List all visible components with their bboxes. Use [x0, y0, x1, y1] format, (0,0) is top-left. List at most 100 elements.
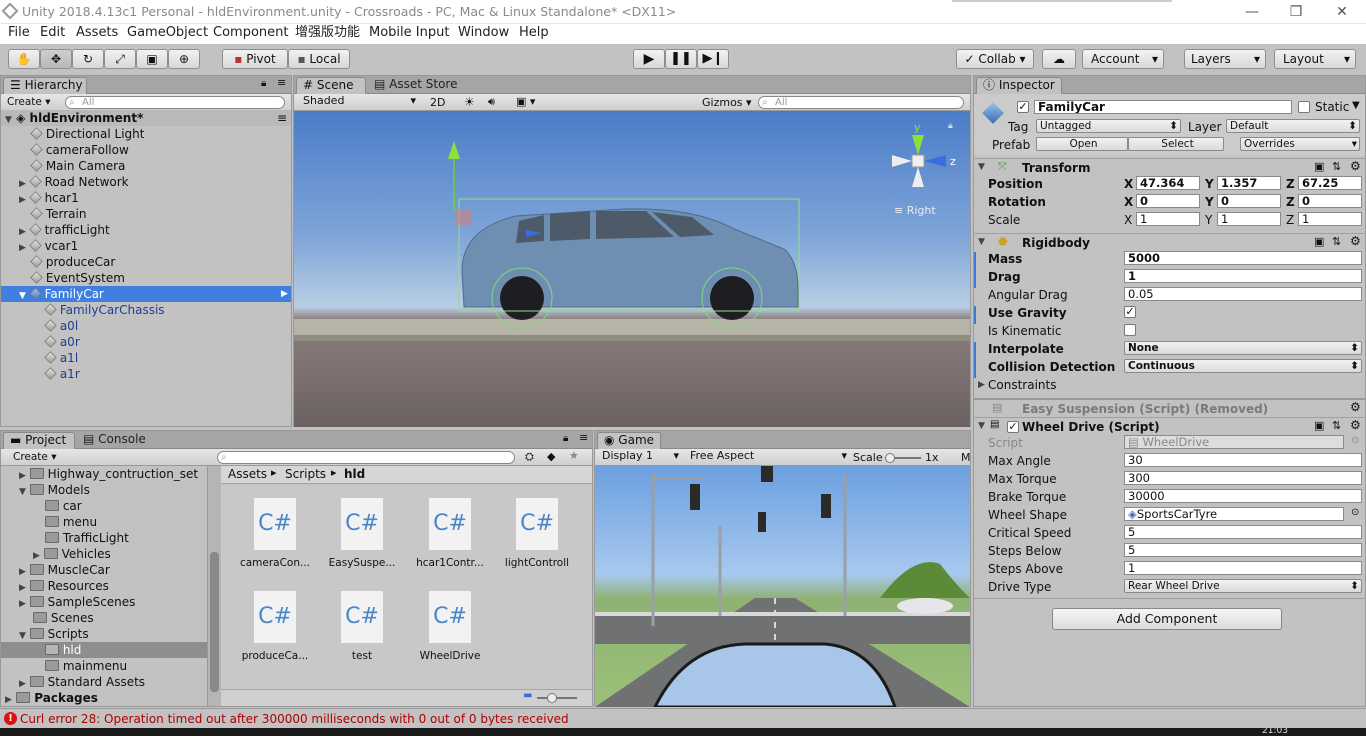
menu-gameobject[interactable]: GameObject — [127, 24, 208, 44]
use-gravity-checkbox[interactable]: ✓ — [1124, 306, 1136, 318]
static-checkbox[interactable] — [1298, 101, 1310, 113]
orientation-gizmo[interactable] — [892, 135, 946, 187]
hierarchy-item[interactable]: ▶ vcar1 — [19, 238, 78, 254]
scene-root-row[interactable]: ▼ ◈ hldEnvironment* ≡ — [1, 110, 291, 126]
tab-console[interactable]: ▤ Console — [77, 432, 157, 449]
max-torque-field[interactable]: 300 — [1124, 471, 1362, 485]
rect-tool-icon[interactable]: ▣ — [136, 49, 168, 69]
lock-icon[interactable]: 🔒︎ — [261, 78, 266, 89]
help-icon[interactable]: ▣ — [1314, 160, 1324, 173]
scale-y-field[interactable]: 1 — [1217, 212, 1281, 226]
preset-icon[interactable]: ⇅ — [1332, 235, 1341, 248]
restore-icon[interactable]: ❐ — [1282, 2, 1310, 22]
tree-item-selected[interactable]: hld — [1, 642, 207, 658]
menu-window[interactable]: Window — [458, 24, 509, 44]
hierarchy-item[interactable]: a1r — [44, 366, 80, 382]
hierarchy-item[interactable]: Directional Light — [30, 126, 145, 142]
pause-icon[interactable]: ❚❚ — [665, 49, 697, 69]
scene-viewport[interactable]: y z ≡ Right 🔒︎ — [294, 111, 970, 427]
drive-type-dropdown[interactable]: Rear Wheel Drive ⬍ — [1124, 579, 1362, 593]
scale-z-field[interactable]: 1 — [1298, 212, 1362, 226]
settings-gear-icon[interactable]: ⚙ — [1350, 159, 1361, 173]
settings-gear-icon[interactable]: ⚙ — [1350, 400, 1361, 414]
file-item[interactable]: C# hcar1Contr... — [410, 497, 490, 569]
scene-search-input[interactable]: All ⌕ — [758, 96, 964, 109]
pivot-button[interactable]: ▪ Pivot — [222, 49, 288, 69]
collab-button[interactable]: ✓ Collab ▾ — [956, 49, 1034, 69]
active-checkbox[interactable]: ✓ — [1017, 101, 1029, 113]
collision-detection-dropdown[interactable]: Continuous ⬍ — [1124, 359, 1362, 373]
tab-scene[interactable]: # Scene — [296, 77, 366, 94]
project-search-input[interactable]: ⌕ — [217, 451, 515, 464]
menu-edit[interactable]: Edit — [40, 24, 65, 44]
menu-mobile-input[interactable]: Mobile Input — [369, 24, 449, 44]
drag-field[interactable]: 1 — [1124, 269, 1362, 283]
file-item[interactable]: C# EasySuspe... — [322, 497, 402, 569]
rotation-z-field[interactable]: 0 — [1298, 194, 1362, 208]
scale-x-field[interactable]: 1 — [1136, 212, 1200, 226]
tab-asset-store[interactable]: ▤ Asset Store — [368, 77, 468, 94]
wheel-shape-field[interactable]: ◈SportsCarTyre — [1124, 507, 1344, 521]
hierarchy-item[interactable]: ▶ hcar1 — [19, 190, 79, 206]
breadcrumb-assets[interactable]: Assets — [228, 467, 267, 481]
hierarchy-item[interactable]: FamilyCarChassis — [44, 302, 165, 318]
panel-menu-icon[interactable]: ≡ — [277, 76, 286, 89]
create-dropdown[interactable]: Create ▾ — [7, 96, 51, 108]
settings-gear-icon[interactable]: ⚙ — [1350, 418, 1361, 432]
account-dropdown[interactable]: Account ▾ — [1082, 49, 1164, 69]
menu-assets[interactable]: Assets — [76, 24, 118, 44]
tab-game[interactable]: ◉ Game — [597, 432, 661, 449]
menu-file[interactable]: File — [8, 24, 30, 44]
static-dropdown-icon[interactable]: ▼ — [1352, 100, 1360, 111]
hierarchy-item[interactable]: EventSystem — [30, 270, 125, 286]
tree-item[interactable]: ▼ Models — [19, 482, 90, 498]
display-dropdown[interactable]: Display 1 ▾ — [599, 450, 679, 464]
minimize-icon[interactable]: — — [1238, 2, 1266, 22]
help-icon[interactable]: ▣ — [1314, 419, 1324, 432]
rigidbody-header[interactable]: ▼ ⬣ Rigidbody ▣ ⇅ ⚙ — [974, 233, 1365, 251]
game-viewport[interactable] — [595, 466, 970, 707]
scene-menu-icon[interactable]: ≡ — [277, 110, 287, 126]
preset-icon[interactable]: ⇅ — [1332, 419, 1341, 432]
wheel-drive-enabled-checkbox[interactable]: ✓ — [1007, 421, 1019, 433]
steps-above-field[interactable]: 1 — [1124, 561, 1362, 575]
filter-label-icon[interactable]: ◆ — [547, 450, 555, 463]
mass-field[interactable]: 5000 — [1124, 251, 1362, 265]
rotate-tool-icon[interactable]: ↻ — [72, 49, 104, 69]
filter-type-icon[interactable]: ⛭ — [525, 450, 534, 464]
easy-suspension-header[interactable]: ▤ Easy Suspension (Script) (Removed) ⚙ — [974, 398, 1365, 416]
tab-hierarchy[interactable]: ☰ Hierarchy — [3, 77, 87, 94]
wheel-drive-header[interactable]: ▼ ▤ ✓ Wheel Drive (Script) ▣ ⇅ ⚙ — [974, 417, 1365, 435]
move-gizmo-y-arrow[interactable] — [448, 141, 460, 159]
steps-below-field[interactable]: 5 — [1124, 543, 1362, 557]
hierarchy-item[interactable]: ▶ trafficLight — [19, 222, 110, 238]
interpolate-dropdown[interactable]: None ⬍ — [1124, 341, 1362, 355]
tree-scrollbar[interactable] — [207, 466, 221, 706]
tree-item[interactable]: ▼ Scripts — [19, 626, 89, 642]
file-item[interactable]: C# test — [322, 590, 402, 662]
breadcrumb-scripts[interactable]: Scripts — [285, 467, 326, 481]
tag-dropdown[interactable]: Untagged ⬍ — [1036, 119, 1181, 133]
icon-size-slider-thumb[interactable] — [547, 693, 557, 703]
maximize-on-play[interactable]: M — [961, 451, 971, 464]
hand-tool-icon[interactable]: ✋ — [8, 49, 40, 69]
status-bar[interactable]: ! Curl error 28: Operation timed out aft… — [0, 708, 1366, 728]
rotation-y-field[interactable]: 0 — [1217, 194, 1281, 208]
max-angle-field[interactable]: 30 — [1124, 453, 1362, 467]
play-icon[interactable]: ▶ — [633, 49, 665, 69]
panel-menu-icon[interactable]: ≡ — [579, 431, 588, 444]
position-x-field[interactable]: 47.364 — [1136, 176, 1200, 190]
object-name-field[interactable]: FamilyCar — [1034, 100, 1292, 114]
close-icon[interactable]: ✕ — [1328, 2, 1356, 22]
angular-drag-field[interactable]: 0.05 — [1124, 287, 1362, 301]
breadcrumb-hld[interactable]: hld — [344, 467, 365, 481]
collapsed-arrow-icon[interactable]: ▶ — [978, 380, 985, 390]
tab-inspector[interactable]: ⓘ Inspector — [976, 77, 1062, 94]
hierarchy-search-input[interactable]: All ⌕ — [65, 96, 285, 109]
open-prefab-arrow-icon[interactable]: ▶ — [281, 286, 288, 302]
prefab-open-button[interactable]: Open — [1036, 137, 1128, 151]
settings-gear-icon[interactable]: ⚙ — [1350, 234, 1361, 248]
local-button[interactable]: ▪ Local — [288, 49, 350, 69]
create-dropdown[interactable]: Create ▾ — [13, 451, 57, 463]
prefab-overrides-dropdown[interactable]: Overrides ▾ — [1240, 137, 1360, 151]
